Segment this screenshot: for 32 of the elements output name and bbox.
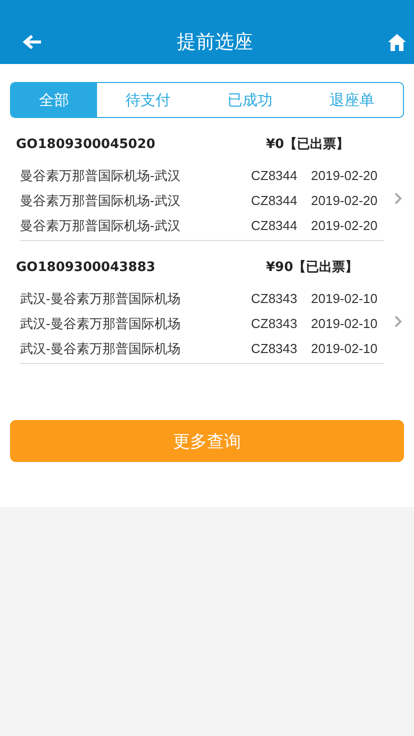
flight-date: 2019-02-10 [311, 316, 378, 331]
flight-number: CZ8343 [251, 316, 298, 331]
chevron-right-icon[interactable] [394, 315, 402, 328]
home-icon[interactable] [388, 34, 406, 50]
page-title: 提前选座 [177, 30, 253, 55]
route-text: 曼谷素万那普国际机场-武汉 [20, 216, 182, 234]
flight-date: 2019-02-20 [311, 218, 378, 233]
chevron-right-icon[interactable] [394, 192, 402, 205]
order-number: GO1809300045020 [16, 136, 156, 152]
order-status: ¥0【已出票】 [266, 136, 350, 153]
route-text: 武汉-曼谷素万那普国际机场 [20, 314, 182, 332]
route-text: 武汉-曼谷素万那普国际机场 [20, 340, 182, 358]
tab[interactable]: 退座单 [301, 83, 403, 117]
flight-number: CZ8344 [251, 218, 298, 233]
tab[interactable]: 已成功 [199, 83, 301, 117]
tab[interactable]: 全部 [11, 83, 97, 117]
more-query-button[interactable]: 更多查询 [10, 420, 404, 462]
flight-date: 2019-02-20 [311, 168, 378, 183]
order-status: ¥90【已出票】 [266, 259, 358, 276]
tab[interactable]: 待支付 [97, 83, 199, 117]
back-arrow-icon[interactable] [22, 34, 42, 50]
route-text: 武汉-曼谷素万那普国际机场 [20, 290, 182, 308]
order-number: GO1809300043883 [16, 260, 156, 274]
flight-number: CZ8343 [251, 291, 298, 306]
flight-date: 2019-02-10 [311, 341, 378, 356]
route-text: 曼谷素万那普国际机场-武汉 [20, 166, 182, 184]
flight-date: 2019-02-10 [311, 291, 378, 306]
flight-date: 2019-02-20 [311, 193, 378, 208]
flight-number: CZ8344 [251, 168, 298, 183]
route-text: 曼谷素万那普国际机场-武汉 [20, 192, 182, 210]
flight-number: CZ8343 [251, 341, 298, 356]
flight-number: CZ8344 [251, 193, 298, 208]
